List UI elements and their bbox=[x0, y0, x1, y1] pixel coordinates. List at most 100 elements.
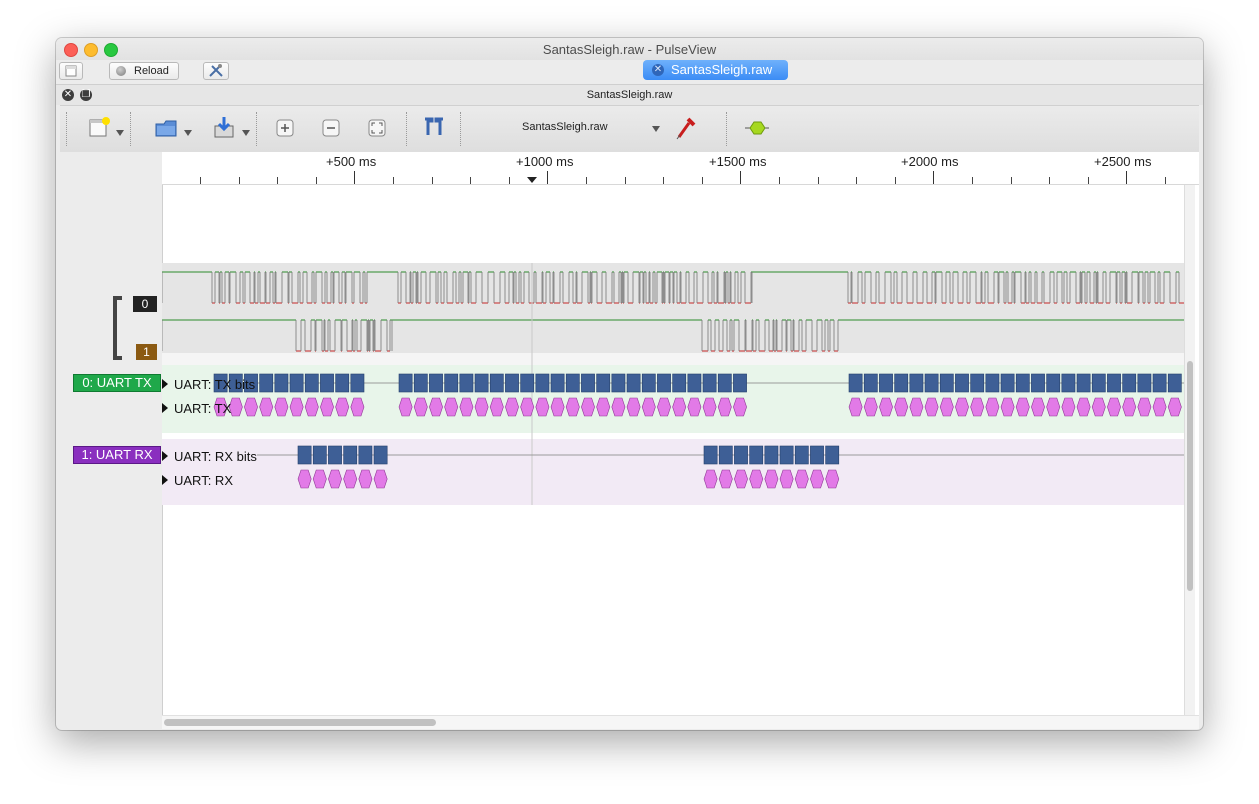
cursors-icon[interactable] bbox=[422, 117, 446, 139]
tx-data-annotation bbox=[672, 397, 687, 417]
save-file-dropdown-icon[interactable] bbox=[242, 130, 250, 136]
reload-icon bbox=[116, 66, 126, 76]
time-ruler[interactable]: +500 ms +1000 ms +1500 ms +2000 ms +2500… bbox=[162, 152, 1199, 185]
tx-bit-annotation bbox=[1091, 373, 1106, 393]
vertical-scrollbar-thumb[interactable] bbox=[1187, 361, 1193, 591]
tx-bit-annotation bbox=[848, 373, 863, 393]
tx-data-annotation bbox=[1107, 397, 1121, 417]
zoom-fit-icon[interactable] bbox=[368, 119, 388, 139]
toolbar-separator bbox=[406, 112, 407, 146]
tx-data-annotation bbox=[717, 397, 732, 417]
tx-data-annotation bbox=[1000, 397, 1015, 417]
open-file-dropdown-icon[interactable] bbox=[184, 130, 192, 136]
tx-bit-annotation bbox=[413, 373, 428, 393]
tx-data-annotation bbox=[687, 397, 702, 417]
rx-data-annotation bbox=[343, 469, 358, 489]
tx-bit-annotation bbox=[350, 373, 365, 393]
reload-button[interactable]: Reload bbox=[109, 62, 179, 80]
tx-data-annotation bbox=[909, 397, 924, 417]
ruler-minor-tick bbox=[1165, 177, 1166, 184]
rx-row-label: UART: RX bbox=[174, 473, 233, 488]
ruler-major-tick bbox=[354, 171, 355, 184]
ruler-minor-tick bbox=[663, 177, 664, 184]
tx-data-annotation bbox=[581, 397, 595, 417]
tx-data-annotation bbox=[398, 397, 413, 417]
tx-bit-annotation bbox=[429, 373, 443, 393]
ruler-minor-tick bbox=[586, 177, 587, 184]
device-dropdown-icon[interactable] bbox=[652, 126, 660, 132]
session-tab[interactable]: ✕ SantasSleigh.raw bbox=[643, 60, 788, 80]
save-file-icon[interactable] bbox=[212, 115, 238, 141]
horizontal-scrollbar-thumb[interactable] bbox=[164, 719, 436, 726]
rx-bit-annotation bbox=[749, 445, 764, 465]
tx-bit-annotation bbox=[1061, 373, 1076, 393]
tx-bit-annotation bbox=[596, 373, 611, 393]
tx-bit-annotation bbox=[894, 373, 909, 393]
tx-bit-annotation bbox=[274, 373, 289, 393]
trace-area[interactable]: UART: TX bits UART: TX UART: RX bits UAR… bbox=[162, 185, 1199, 715]
tx-data-annotation bbox=[459, 397, 474, 417]
channel-0-label[interactable]: 0 bbox=[133, 296, 157, 312]
rx-bit-annotation bbox=[343, 445, 358, 465]
horizontal-scrollbar[interactable] bbox=[162, 715, 1199, 729]
tx-bit-annotation bbox=[505, 373, 519, 393]
tx-bit-annotation bbox=[1000, 373, 1015, 393]
close-tab-icon[interactable]: ✕ bbox=[652, 64, 664, 76]
vertical-scrollbar[interactable] bbox=[1184, 185, 1195, 715]
expand-arrow-icon[interactable] bbox=[162, 403, 168, 413]
document-bar: ✕ ❐ SantasSleigh.raw bbox=[56, 84, 1203, 105]
document-title: SantasSleigh.raw bbox=[586, 89, 673, 101]
expand-arrow-icon[interactable] bbox=[162, 475, 168, 485]
ruler-minor-tick bbox=[316, 177, 317, 184]
ruler-minor-tick bbox=[200, 177, 201, 184]
tx-data-annotation bbox=[1091, 397, 1106, 417]
session-tab-label: SantasSleigh.raw bbox=[671, 62, 773, 77]
waveform-canvas bbox=[162, 263, 1185, 505]
trigger-marker-icon[interactable] bbox=[527, 177, 537, 183]
device-selector[interactable]: SantasSleigh.raw bbox=[522, 121, 608, 133]
window-title: SantasSleigh.raw - PulseView bbox=[542, 42, 717, 57]
tx-bit-annotation bbox=[1152, 373, 1167, 393]
probe-config-icon[interactable] bbox=[674, 115, 698, 141]
tx-bit-annotation bbox=[289, 373, 304, 393]
tx-bit-annotation bbox=[520, 373, 535, 393]
tx-data-annotation bbox=[641, 397, 656, 417]
tx-data-annotation bbox=[413, 397, 428, 417]
rx-bit-annotation bbox=[825, 445, 840, 465]
channel-1-label[interactable]: 1 bbox=[136, 344, 157, 360]
tx-bit-annotation bbox=[565, 373, 580, 393]
zoom-out-icon[interactable] bbox=[322, 119, 342, 139]
decoder-uart-tx-label[interactable]: 0: UART TX bbox=[73, 374, 161, 392]
tx-data-annotation bbox=[274, 397, 289, 417]
main-view: 0 1 0: UART TX 1: UART RX +500 ms +1000 … bbox=[60, 152, 1199, 729]
rx-data-annotation bbox=[718, 469, 733, 489]
new-window-icon[interactable] bbox=[59, 62, 83, 80]
expand-arrow-icon[interactable] bbox=[162, 451, 168, 461]
tx-data-annotation bbox=[335, 397, 350, 417]
ruler-label: +500 ms bbox=[326, 154, 377, 169]
tx-bit-annotation bbox=[1076, 373, 1091, 393]
new-view-icon[interactable] bbox=[88, 116, 112, 140]
rx-bit-annotation bbox=[312, 445, 327, 465]
settings-tools-icon[interactable] bbox=[203, 62, 229, 80]
open-file-icon[interactable] bbox=[154, 116, 180, 140]
tx-bit-annotation bbox=[879, 373, 893, 393]
zoom-in-icon[interactable] bbox=[276, 119, 296, 139]
toolbar-separator bbox=[726, 112, 727, 146]
tx-data-annotation bbox=[565, 397, 580, 417]
tx-bit-annotation bbox=[444, 373, 459, 393]
tx-bit-annotation bbox=[1167, 373, 1182, 393]
tx-data-annotation bbox=[505, 397, 519, 417]
tx-bit-annotation bbox=[626, 373, 641, 393]
tx-bit-annotation bbox=[335, 373, 350, 393]
rx-data-annotation bbox=[734, 469, 748, 489]
ruler-label: +2500 ms bbox=[1094, 154, 1152, 169]
tx-data-annotation bbox=[657, 397, 671, 417]
decoder-uart-rx-label[interactable]: 1: UART RX bbox=[73, 446, 161, 464]
tx-bit-annotation bbox=[970, 373, 985, 393]
add-decoder-icon[interactable] bbox=[744, 119, 770, 137]
expand-arrow-icon[interactable] bbox=[162, 379, 168, 389]
toolbar-separator bbox=[256, 112, 257, 146]
rx-bit-annotation bbox=[358, 445, 373, 465]
new-view-dropdown-icon[interactable] bbox=[116, 130, 124, 136]
